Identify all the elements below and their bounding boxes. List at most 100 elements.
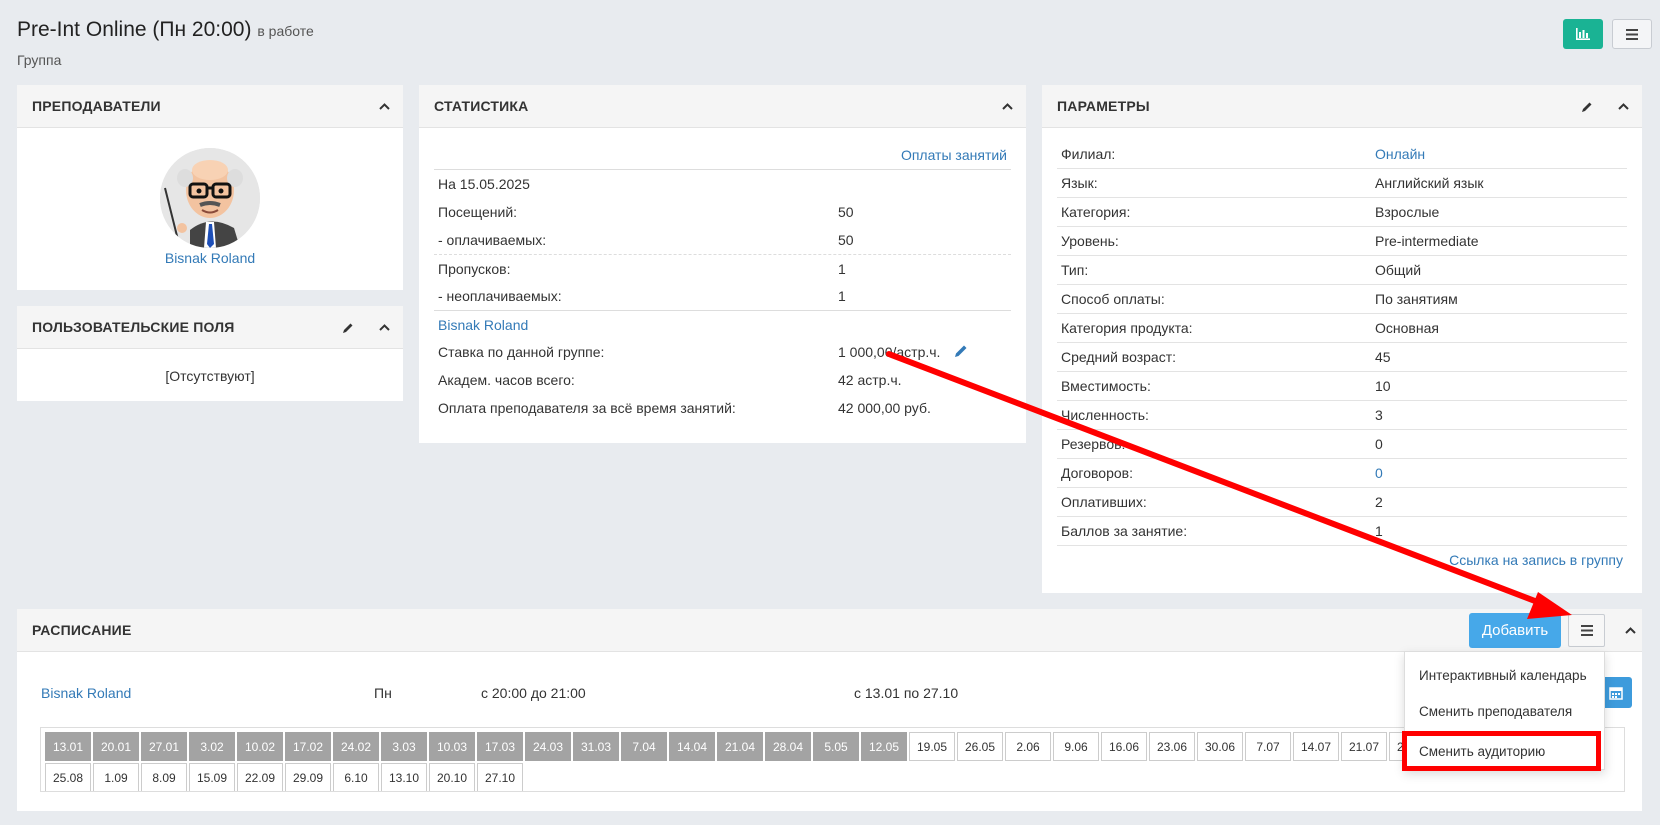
lesson-date-past[interactable]: 17.03 — [477, 732, 523, 761]
lesson-date-past[interactable]: 21.04 — [717, 732, 763, 761]
lesson-date-future[interactable]: 30.06 — [1197, 732, 1243, 761]
lesson-date-future[interactable]: 9.06 — [1053, 732, 1099, 761]
add-schedule-button[interactable]: Добавить — [1469, 613, 1561, 648]
lesson-date-future[interactable]: 25.08 — [45, 763, 91, 791]
param-value[interactable]: Онлайн — [1375, 146, 1425, 162]
lesson-date-future[interactable]: 7.07 — [1245, 732, 1291, 761]
lesson-date-past[interactable]: 12.05 — [861, 732, 907, 761]
page-menu-button[interactable] — [1612, 19, 1652, 49]
lesson-date-past[interactable]: 7.04 — [621, 732, 667, 761]
collapse-icon[interactable] — [1616, 100, 1630, 114]
collapse-icon[interactable] — [1623, 623, 1637, 637]
menu-item-change-teacher[interactable]: Сменить преподавателя — [1405, 693, 1604, 729]
lesson-date-future[interactable]: 8.09 — [141, 763, 187, 791]
param-label: Тип: — [1061, 262, 1089, 278]
lesson-date-future[interactable]: 19.05 — [909, 732, 955, 761]
calendar-icon — [1609, 686, 1623, 700]
stats-date: На 15.05.2025 — [438, 176, 530, 192]
menu-item-interactive-calendar[interactable]: Интерактивный календарь — [1405, 657, 1604, 693]
pencil-icon[interactable] — [954, 344, 968, 361]
bar-chart-icon — [1576, 28, 1590, 40]
custom-fields-panel: ПОЛЬЗОВАТЕЛЬСКИЕ ПОЛЯ [Отсутствуют] — [17, 306, 403, 401]
param-value: 0 — [1375, 436, 1383, 452]
lesson-dates: 13.01 20.01 27.01 3.02 10.02 17.02 24.02 3.03 10… — [40, 727, 1625, 792]
schedule-time: с 20:00 до 21:00 — [481, 685, 586, 701]
lesson-date-future[interactable]: 15.09 — [189, 763, 235, 791]
custom-fields-empty: [Отсутствуют] — [165, 368, 255, 384]
stat-row: Пропусков: 1 — [434, 254, 1011, 282]
lesson-date-past[interactable]: 3.02 — [189, 732, 235, 761]
collapse-icon[interactable] — [377, 100, 391, 114]
param-label: Уровень: — [1061, 233, 1119, 249]
param-row: Тип: Общий — [1057, 256, 1627, 285]
group-status: в работе — [257, 23, 314, 39]
stat-row: - оплачиваемых: 50 — [438, 232, 854, 248]
collapse-icon[interactable] — [1000, 100, 1014, 114]
lesson-date-past[interactable]: 17.02 — [285, 732, 331, 761]
param-label: Договоров: — [1061, 465, 1133, 481]
param-row: Филиал: Онлайн — [1057, 140, 1627, 169]
statistics-panel: СТАТИСТИКА Оплаты занятий На 15.05.2025 … — [419, 85, 1026, 443]
lesson-date-past[interactable]: 5.05 — [813, 732, 859, 761]
lesson-date-future[interactable]: 14.07 — [1293, 732, 1339, 761]
lesson-date-future[interactable]: 29.09 — [285, 763, 331, 791]
custom-fields-panel-header: ПОЛЬЗОВАТЕЛЬСКИЕ ПОЛЯ — [17, 306, 403, 349]
schedule-menu-button[interactable] — [1568, 614, 1605, 647]
param-value: Английский язык — [1375, 175, 1484, 191]
pencil-icon[interactable] — [341, 321, 355, 335]
signup-link[interactable]: Ссылка на запись в группу — [1449, 552, 1623, 568]
param-value: 2 — [1375, 494, 1383, 510]
parameters-panel-title: ПАРАМЕТРЫ — [1057, 98, 1150, 114]
param-label: Вместимость: — [1061, 378, 1151, 394]
lesson-date-future[interactable]: 21.07 — [1341, 732, 1387, 761]
page-title: Pre-Int Online (Пн 20:00) — [17, 18, 252, 41]
lesson-date-past[interactable]: 24.02 — [333, 732, 379, 761]
lesson-date-future[interactable]: 2.06 — [1005, 732, 1051, 761]
page-subtitle: Группа — [17, 52, 62, 68]
lesson-date-past[interactable]: 10.02 — [237, 732, 283, 761]
lesson-payments-link[interactable]: Оплаты занятий — [901, 147, 1007, 163]
schedule-teacher-link[interactable]: Bisnak Roland — [41, 685, 131, 701]
stats-chart-button[interactable] — [1563, 19, 1603, 49]
param-row: Численность: 3 — [1057, 401, 1627, 430]
stat-row: Оплата преподавателя за всё время заняти… — [438, 400, 931, 416]
lesson-date-past[interactable]: 20.01 — [93, 732, 139, 761]
lesson-date-past[interactable]: 31.03 — [573, 732, 619, 761]
parameters-panel-header: ПАРАМЕТРЫ — [1042, 85, 1642, 128]
lesson-date-future[interactable]: 27.10 — [477, 763, 523, 791]
parameters-list: Филиал: Онлайн Язык: Английский язык Категор… — [1042, 128, 1642, 546]
lesson-date-past[interactable]: 10.03 — [429, 732, 475, 761]
lesson-date-past[interactable]: 14.04 — [669, 732, 715, 761]
teacher-name-link[interactable]: Bisnak Roland — [17, 250, 403, 266]
menu-item-change-room[interactable]: Сменить аудиторию — [1402, 731, 1601, 771]
param-value: Основная — [1375, 320, 1439, 336]
param-row: Категория: Взрослые — [1057, 198, 1627, 227]
lesson-date-past[interactable]: 13.01 — [45, 732, 91, 761]
lesson-date-future[interactable]: 23.06 — [1149, 732, 1195, 761]
pencil-icon[interactable] — [1580, 100, 1594, 114]
lesson-date-future[interactable]: 20.10 — [429, 763, 475, 791]
lesson-date-future[interactable]: 6.10 — [333, 763, 379, 791]
hamburger-icon — [1580, 625, 1593, 636]
lesson-date-past[interactable]: 28.04 — [765, 732, 811, 761]
stat-row: Академ. часов всего: 42 астр.ч. — [438, 372, 902, 388]
param-value[interactable]: 0 — [1375, 465, 1383, 481]
lesson-date-future[interactable]: 1.09 — [93, 763, 139, 791]
lesson-date-future[interactable]: 13.10 — [381, 763, 427, 791]
lesson-date-future[interactable]: 26.05 — [957, 732, 1003, 761]
lesson-date-past[interactable]: 27.01 — [141, 732, 187, 761]
param-label: Численность: — [1061, 407, 1149, 423]
lesson-date-past[interactable]: 24.03 — [525, 732, 571, 761]
param-row: Уровень: Pre-intermediate — [1057, 227, 1627, 256]
stats-teacher-link[interactable]: Bisnak Roland — [438, 317, 528, 333]
collapse-icon[interactable] — [377, 321, 391, 335]
schedule-panel-header: РАСПИСАНИЕ — [17, 609, 1642, 652]
lesson-date-past[interactable]: 3.03 — [381, 732, 427, 761]
lesson-date-future[interactable]: 16.06 — [1101, 732, 1147, 761]
lesson-date-future[interactable]: 22.09 — [237, 763, 283, 791]
schedule-panel-title: РАСПИСАНИЕ — [32, 622, 132, 638]
param-label: Филиал: — [1061, 146, 1116, 162]
stat-row: Ставка по данной группе: 1 000,00/астр.ч… — [434, 338, 1011, 366]
param-row: Оплативших: 2 — [1057, 488, 1627, 517]
param-row: Баллов за занятие: 1 — [1057, 517, 1627, 546]
